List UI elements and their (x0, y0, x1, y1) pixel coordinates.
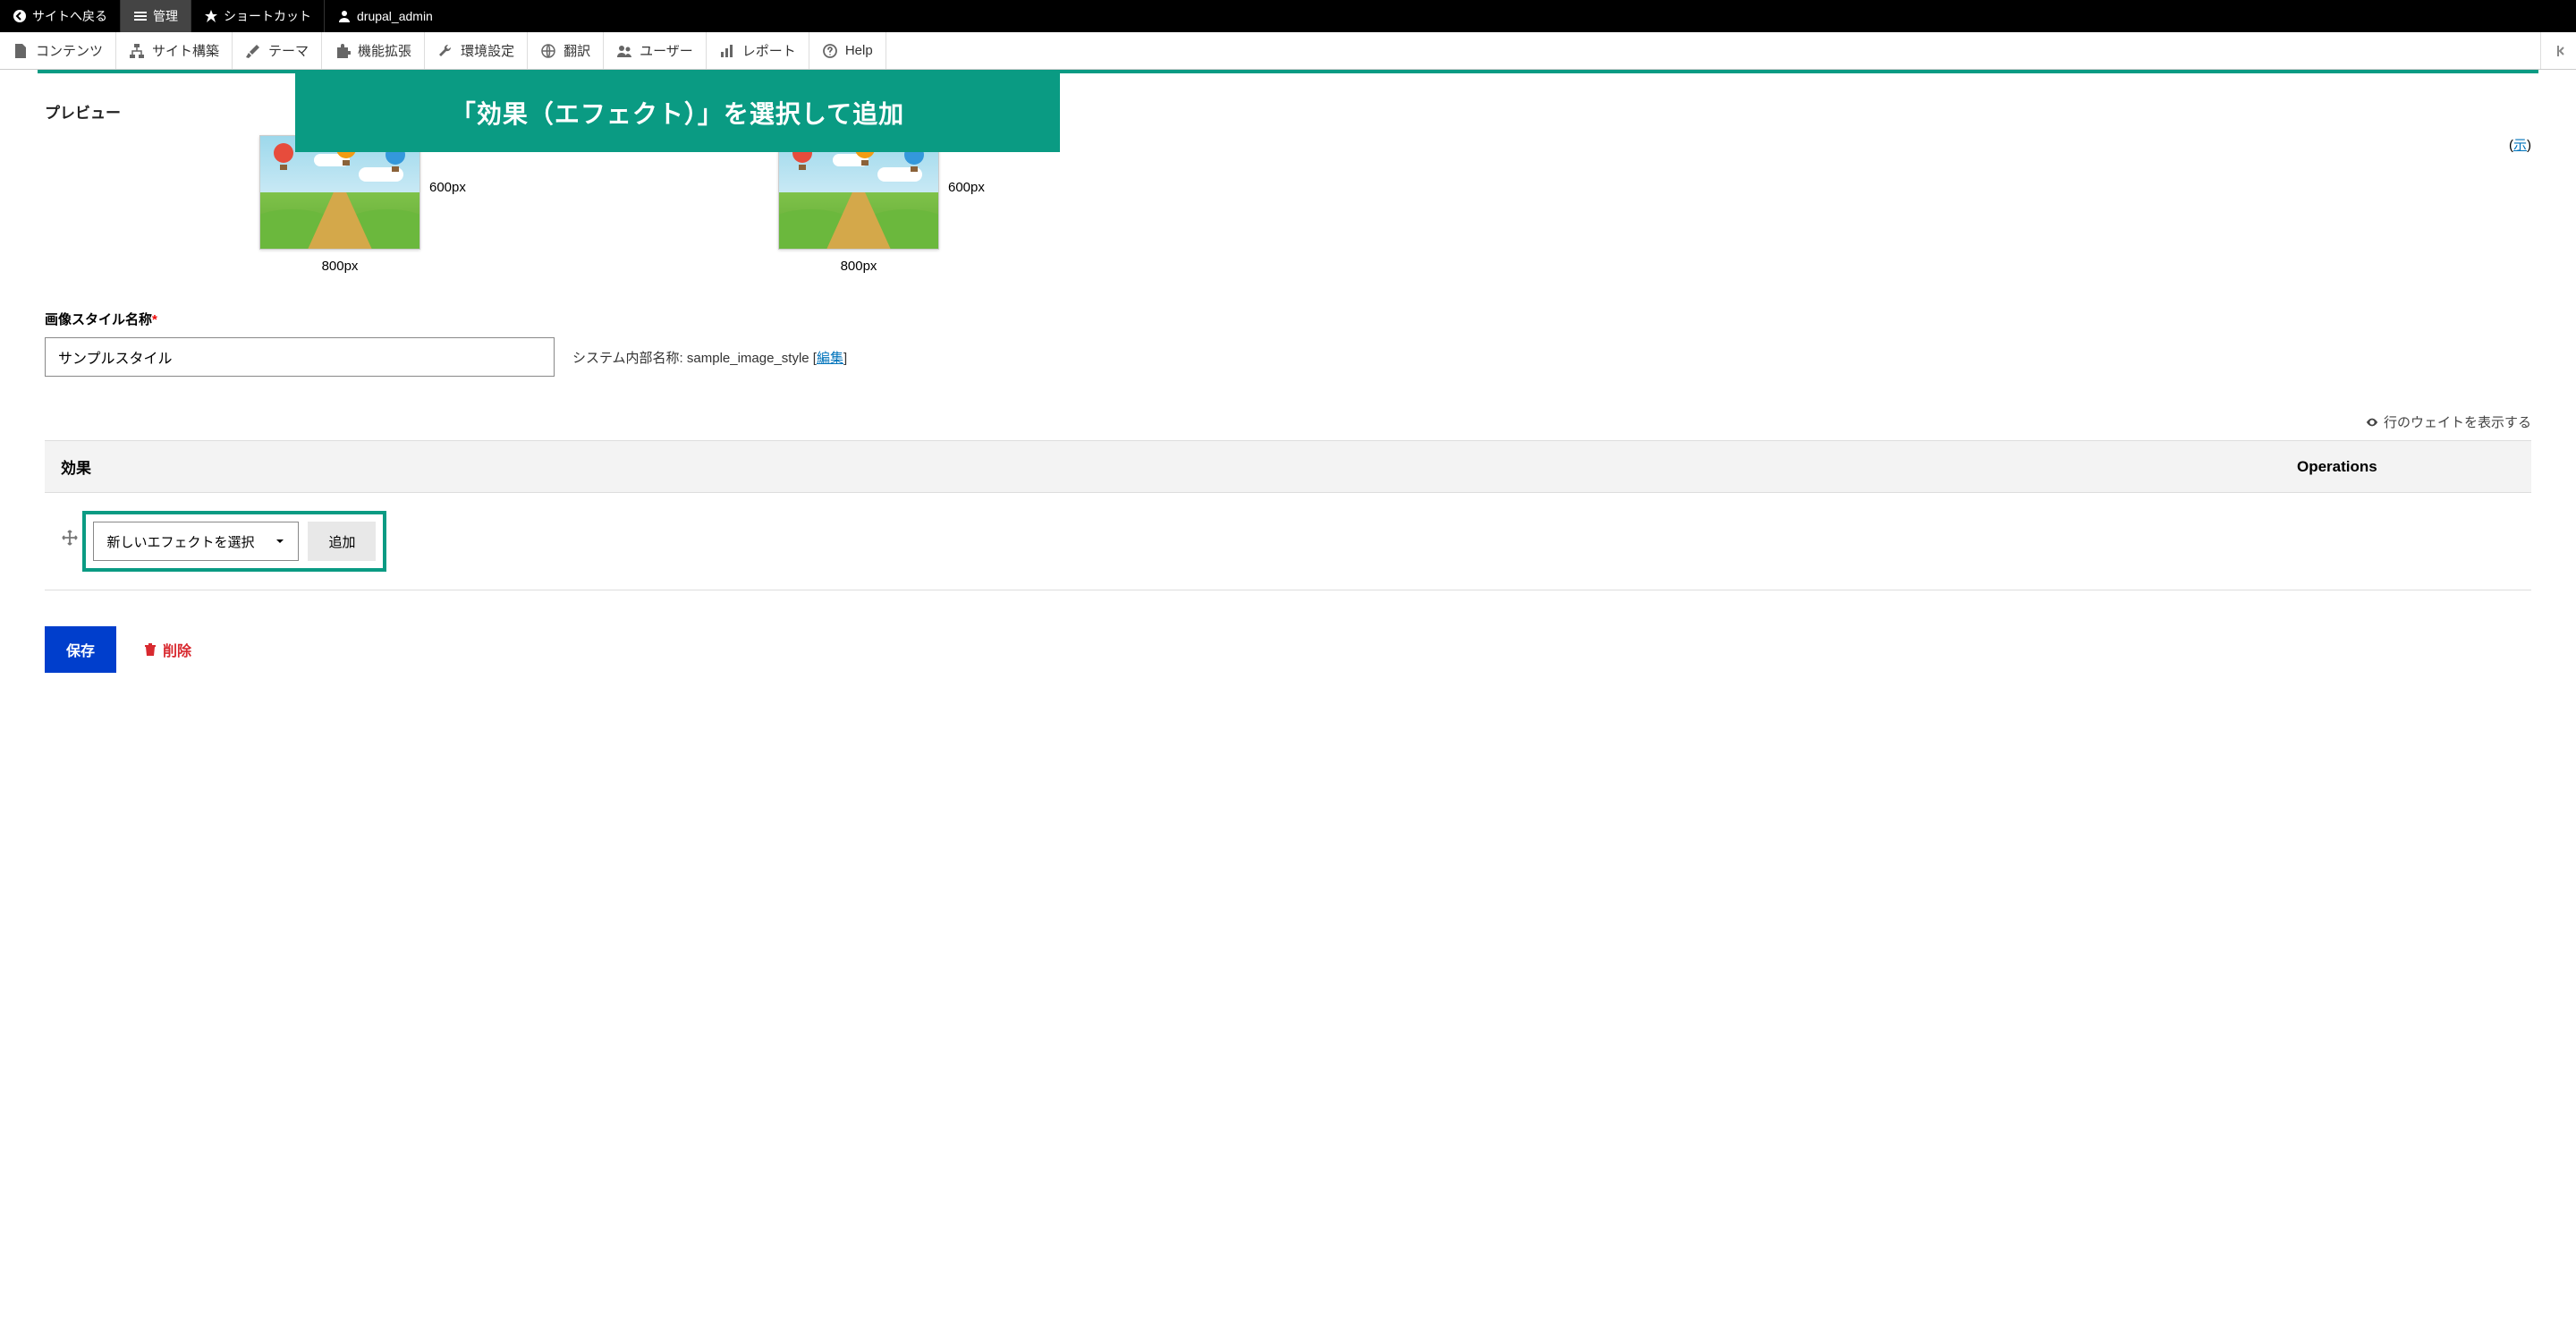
topbar: サイトへ戻る 管理 ショートカット drupal_admin (0, 0, 2576, 32)
adminbar-content[interactable]: コンテンツ (0, 32, 116, 69)
preview-styled-height: 600px (948, 180, 985, 195)
save-button[interactable]: 保存 (45, 626, 116, 673)
add-effect-button[interactable]: 追加 (308, 522, 376, 561)
help-icon (822, 43, 838, 59)
eye-icon (2366, 416, 2378, 429)
structure-icon (129, 43, 145, 59)
style-name-row: 画像スタイル名称* システム内部名称: sample_image_style [… (45, 310, 2531, 377)
chart-icon (719, 43, 735, 59)
effects-table: 効果 Operations 新しいエフェクトを選択 追加 (45, 440, 2531, 590)
overlay-text: 「効果（エフェクト）」を選択して追加 (451, 100, 904, 128)
preview-original-image (259, 135, 420, 250)
style-name-label: 画像スタイル名称* (45, 310, 2531, 328)
preview-images-row: 600px 800px 600px (259, 135, 2531, 274)
adminbar-people-label: ユーザー (640, 41, 693, 60)
people-icon (616, 43, 632, 59)
document-icon (13, 43, 29, 59)
globe-icon (540, 43, 556, 59)
chevron-down-icon (275, 536, 285, 547)
back-arrow-icon (13, 9, 27, 23)
adminbar-reports-label: レポート (742, 41, 796, 60)
instruction-overlay: 「効果（エフェクト）」を選択して追加 (295, 73, 1060, 152)
adminbar-structure[interactable]: サイト構築 (116, 32, 233, 69)
manage-toggle[interactable]: 管理 (121, 0, 191, 32)
adminbar-extend[interactable]: 機能拡張 (322, 32, 425, 69)
adminbar-help[interactable]: Help (809, 32, 886, 69)
manage-label: 管理 (153, 7, 178, 25)
back-to-site-link[interactable]: サイトへ戻る (0, 0, 121, 32)
trash-icon (143, 642, 157, 657)
adminbar-reports[interactable]: レポート (707, 32, 809, 69)
adminbar-people[interactable]: ユーザー (604, 32, 707, 69)
preview-original-height: 600px (429, 180, 466, 195)
preview-styled-width: 800px (778, 259, 939, 274)
effect-select-value: 新しいエフェクトを選択 (106, 532, 254, 551)
drag-handle[interactable] (61, 529, 79, 547)
col-operations-header: Operations (2281, 441, 2531, 493)
star-icon (204, 9, 218, 23)
preview-original-width: 800px (259, 259, 420, 274)
preview-styled: 600px 800px (778, 135, 939, 274)
adminbar-translation-label: 翻訳 (564, 41, 590, 60)
adminbar-appearance[interactable]: テーマ (233, 32, 322, 69)
adminbar-translation[interactable]: 翻訳 (528, 32, 604, 69)
user-icon (337, 9, 352, 23)
required-indicator: * (152, 312, 157, 327)
hamburger-icon (133, 9, 148, 23)
move-icon (61, 529, 79, 547)
shortcuts-label: ショートカット (224, 7, 311, 25)
delete-link[interactable]: 削除 (143, 639, 191, 660)
adminbar-extend-label: 機能拡張 (358, 41, 411, 60)
back-to-site-label: サイトへ戻る (32, 7, 107, 25)
adminbar-content-label: コンテンツ (36, 41, 103, 60)
adminbar-configuration[interactable]: 環境設定 (425, 32, 528, 69)
actions-row: 保存 削除 (45, 626, 2531, 673)
puzzle-icon (335, 43, 351, 59)
effect-select-highlight: 新しいエフェクトを選択 追加 (82, 511, 386, 572)
col-effect-header: 効果 (45, 441, 2281, 493)
machine-name-edit-link[interactable]: 編集 (817, 351, 843, 366)
content-area: 「効果（エフェクト）」を選択して追加 プレビュー オリジ (示) (0, 73, 2576, 709)
preview-styled-image (778, 135, 939, 250)
shortcuts-link[interactable]: ショートカット (191, 0, 325, 32)
user-menu[interactable]: drupal_admin (325, 0, 445, 32)
add-effect-row: 新しいエフェクトを選択 追加 (45, 493, 2531, 590)
adminbar-configuration-label: 環境設定 (461, 41, 514, 60)
machine-name-display: システム内部名称: sample_image_style [編集] (572, 348, 847, 367)
adminbar-help-label: Help (845, 43, 873, 58)
preview-original: 600px 800px (259, 135, 420, 274)
brush-icon (245, 43, 261, 59)
show-link[interactable]: 示 (2513, 138, 2527, 153)
adminbar-appearance-label: テーマ (268, 41, 309, 60)
adminbar-structure-label: サイト構築 (152, 41, 219, 60)
username-label: drupal_admin (357, 9, 433, 23)
effect-select[interactable]: 新しいエフェクトを選択 (93, 522, 299, 561)
wrench-icon (437, 43, 453, 59)
adminbar: コンテンツ サイト構築 テーマ 機能拡張 環境設定 翻訳 ユーザー レポート H… (0, 32, 2576, 70)
collapse-arrow-icon (2551, 43, 2567, 59)
show-weights-toggle[interactable]: 行のウェイトを表示する (45, 412, 2531, 431)
show-link-wrapper: (示) (2509, 135, 2531, 154)
style-name-input[interactable] (45, 337, 555, 377)
collapse-toggle[interactable] (2540, 32, 2576, 69)
